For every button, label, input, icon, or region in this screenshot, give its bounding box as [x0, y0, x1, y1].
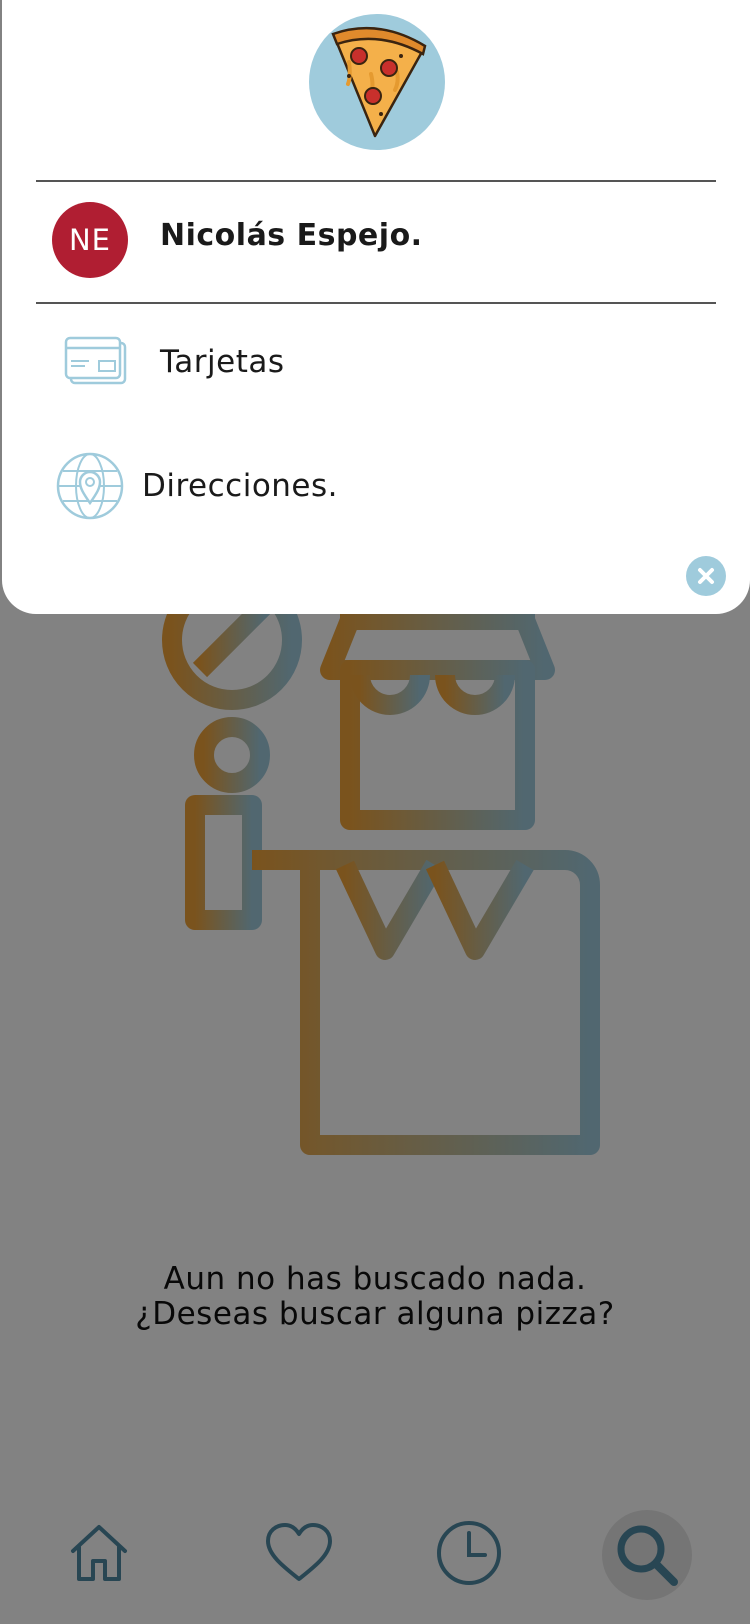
- pizza-logo: [309, 14, 445, 150]
- menu-item-tarjetas[interactable]: Tarjetas: [52, 324, 285, 400]
- credit-cards-icon: [52, 324, 140, 400]
- drawer-divider-bottom: [36, 302, 716, 304]
- close-drawer-button[interactable]: [686, 556, 726, 596]
- close-icon: [698, 568, 714, 584]
- user-avatar[interactable]: NE: [52, 202, 128, 278]
- menu-item-direcciones[interactable]: Direcciones.: [52, 448, 338, 524]
- drawer-divider-top: [36, 180, 716, 182]
- menu-item-label: Direcciones.: [142, 468, 339, 504]
- side-drawer: NE Nicolás Espejo. Tarjetas Direcciones.: [2, 0, 750, 614]
- menu-item-label: Tarjetas: [160, 344, 285, 380]
- user-name[interactable]: Nicolás Espejo.: [160, 218, 423, 253]
- globe-location-icon: [52, 448, 128, 524]
- pizza-slice-logo-icon: [331, 26, 427, 138]
